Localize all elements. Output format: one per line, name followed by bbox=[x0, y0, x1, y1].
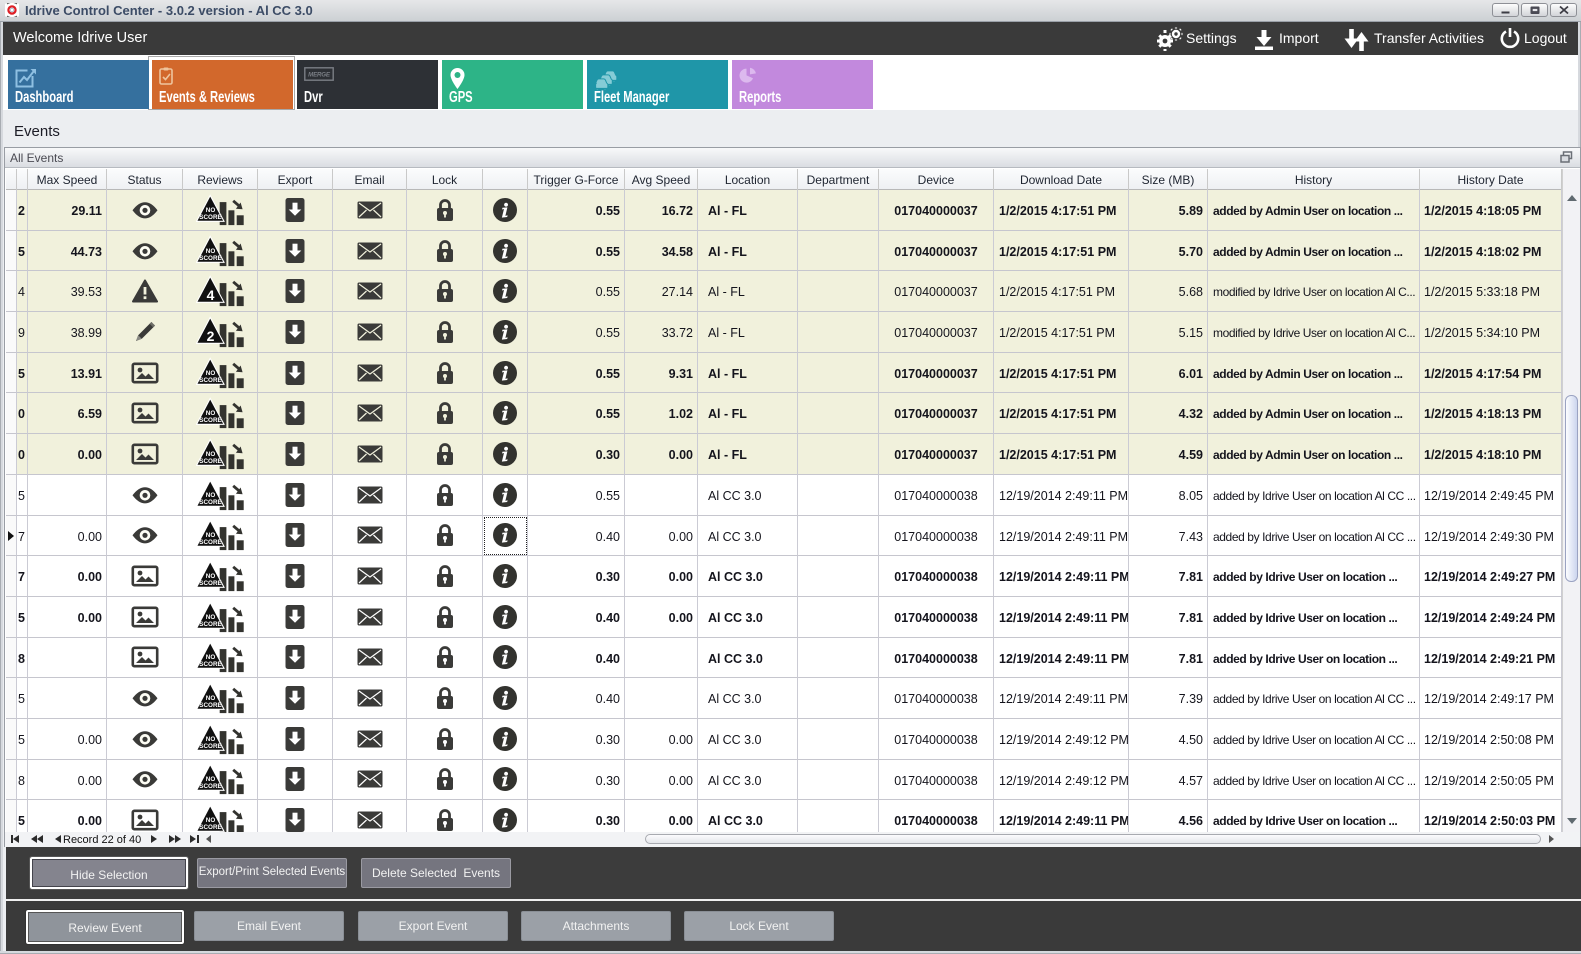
svg-text:SCORE: SCORE bbox=[199, 743, 221, 750]
svg-text:SCORE: SCORE bbox=[199, 824, 221, 831]
svg-text:NO: NO bbox=[206, 369, 216, 376]
svg-text:NO: NO bbox=[206, 817, 216, 824]
svg-text:SCORE: SCORE bbox=[199, 458, 221, 465]
svg-text:NO: NO bbox=[206, 573, 216, 580]
svg-text:NO: NO bbox=[206, 654, 216, 661]
svg-text:SCORE: SCORE bbox=[199, 417, 221, 424]
svg-text:SCORE: SCORE bbox=[199, 784, 221, 791]
svg-text:SCORE: SCORE bbox=[199, 621, 221, 628]
svg-text:SCORE: SCORE bbox=[199, 499, 221, 506]
svg-text:NO: NO bbox=[206, 491, 216, 498]
svg-text:SCORE: SCORE bbox=[199, 580, 221, 587]
svg-text:NO: NO bbox=[206, 614, 216, 621]
svg-text:MERGE: MERGE bbox=[308, 72, 331, 79]
svg-text:2: 2 bbox=[207, 328, 215, 344]
svg-text:NO: NO bbox=[206, 695, 216, 702]
svg-text:SCORE: SCORE bbox=[199, 662, 221, 669]
svg-text:SCORE: SCORE bbox=[199, 539, 221, 546]
svg-text:4: 4 bbox=[207, 287, 215, 303]
svg-text:NO: NO bbox=[206, 247, 216, 254]
svg-text:NO: NO bbox=[206, 451, 216, 458]
svg-text:NO: NO bbox=[206, 776, 216, 783]
svg-text:SCORE: SCORE bbox=[199, 255, 221, 262]
svg-text:SCORE: SCORE bbox=[199, 702, 221, 709]
svg-text:SCORE: SCORE bbox=[199, 377, 221, 384]
svg-text:NO: NO bbox=[206, 532, 216, 539]
svg-text:SCORE: SCORE bbox=[199, 214, 221, 221]
svg-text:NO: NO bbox=[206, 410, 216, 417]
svg-text:NO: NO bbox=[206, 207, 216, 214]
svg-text:NO: NO bbox=[206, 736, 216, 743]
